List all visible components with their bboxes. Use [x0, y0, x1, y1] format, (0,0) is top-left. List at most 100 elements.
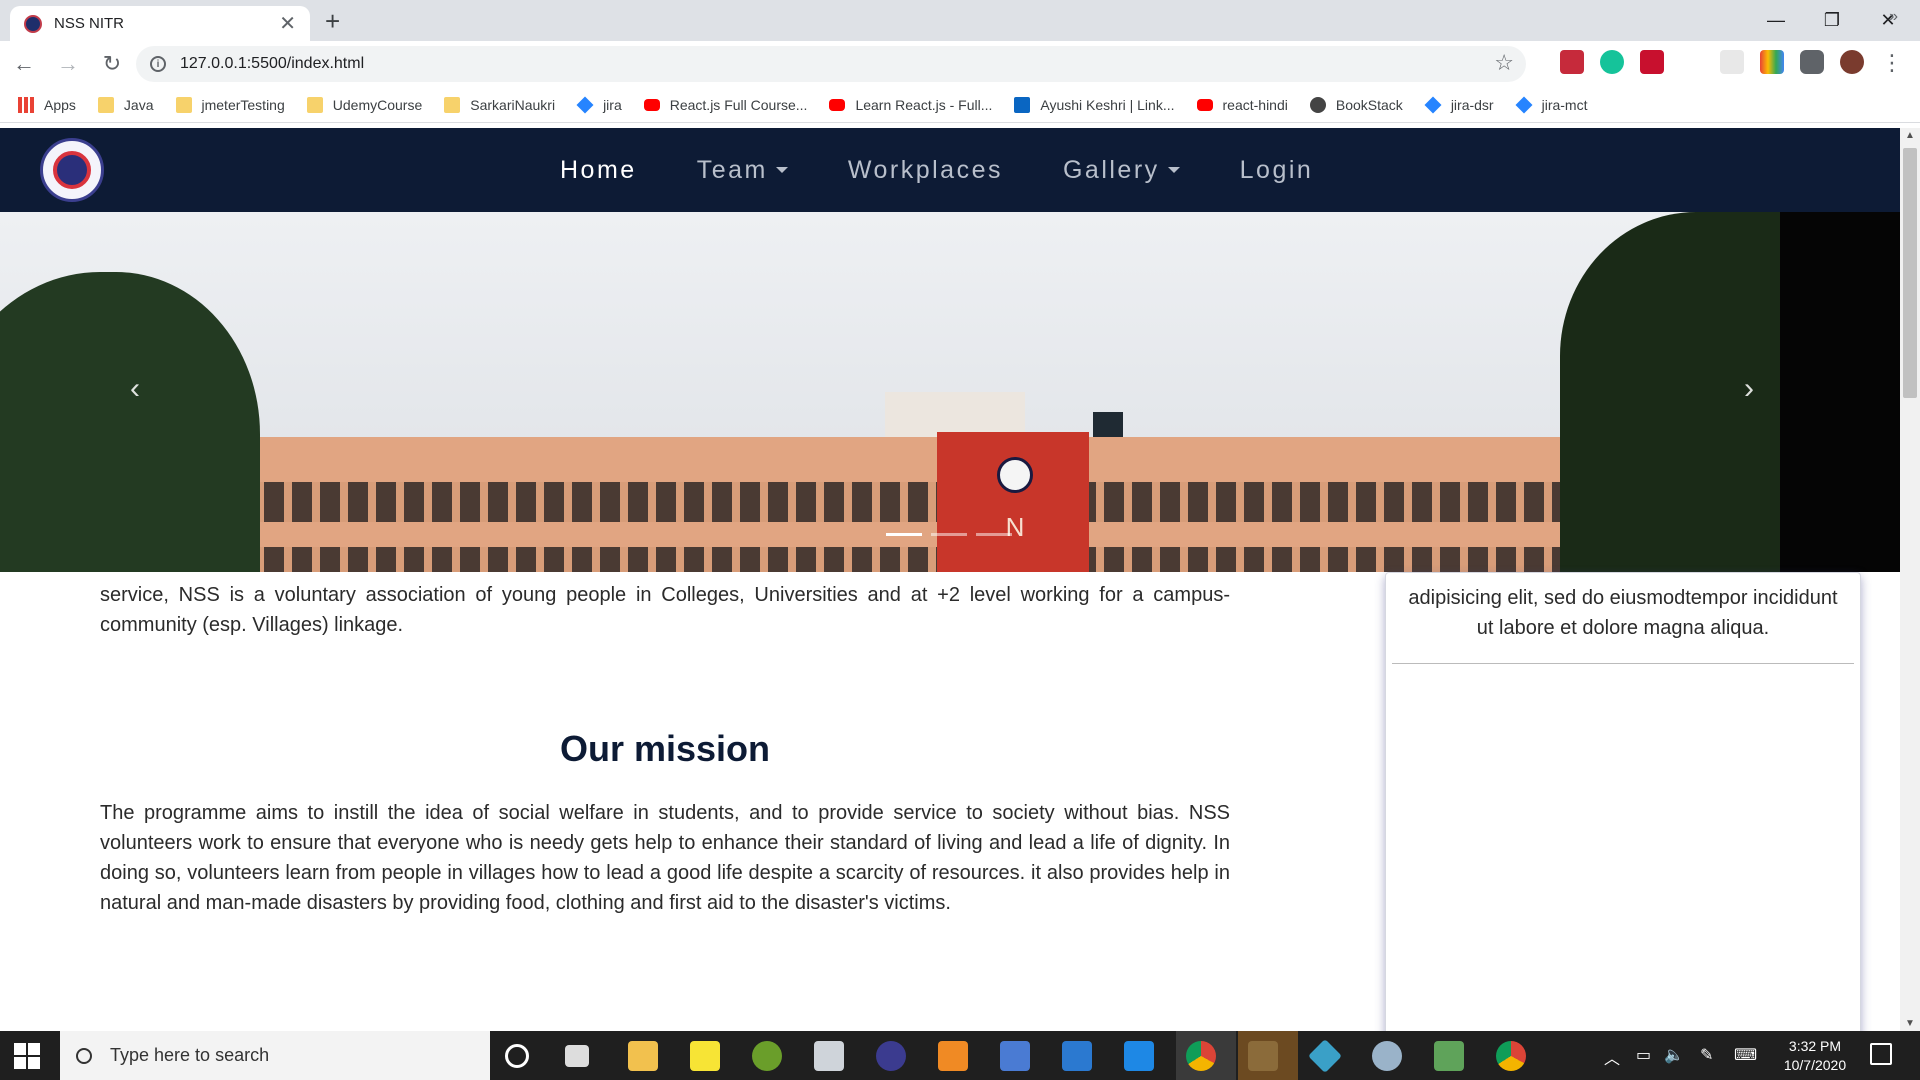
- minimize-icon[interactable]: —: [1748, 0, 1804, 41]
- battery-icon[interactable]: ▭: [1636, 1045, 1651, 1065]
- bookmark-item[interactable]: SarkariNaukri: [444, 96, 556, 113]
- bookmark-label: jira-mct: [1541, 96, 1588, 113]
- bookmark-label: jmeterTesting: [201, 96, 285, 113]
- bookmark-label: Ayushi Keshri | Link...: [1040, 96, 1175, 113]
- bookmark-item[interactable]: jmeterTesting: [175, 96, 285, 113]
- bookmark-item[interactable]: UdemyCourse: [306, 96, 422, 113]
- pocket-extension-icon[interactable]: [1560, 50, 1584, 74]
- folder-icon: [175, 96, 192, 113]
- scroll-down-icon[interactable]: ▼: [1900, 1018, 1920, 1029]
- colorful-extension-icon[interactable]: [1760, 50, 1784, 74]
- file-explorer-icon[interactable]: [628, 1041, 658, 1071]
- paint-icon[interactable]: [1372, 1041, 1402, 1071]
- jira-icon: [1424, 96, 1442, 113]
- nav-item-label: Home: [560, 155, 637, 184]
- tab-title: NSS NITR: [54, 15, 125, 32]
- grammarly-extension-icon[interactable]: [1600, 50, 1624, 74]
- nav-item-workplaces[interactable]: Workplaces: [848, 156, 1003, 185]
- extensions-puzzle-icon[interactable]: [1800, 50, 1824, 74]
- taskbar-clock[interactable]: 3:32 PM 10/7/2020: [1770, 1037, 1860, 1075]
- nav-item-label: Team: [696, 155, 768, 184]
- folder-icon: [444, 96, 461, 113]
- bookmark-item[interactable]: Ayushi Keshri | Link...: [1014, 96, 1175, 113]
- xampp-icon[interactable]: [938, 1041, 968, 1071]
- bookmark-item[interactable]: jira-dsr: [1424, 96, 1494, 113]
- vscode-icon[interactable]: [1124, 1041, 1154, 1071]
- scroll-thumb[interactable]: [1903, 148, 1917, 398]
- remote-desktop-icon[interactable]: [1434, 1041, 1464, 1071]
- bookmark-star-icon[interactable]: ☆: [1494, 50, 1514, 76]
- keyboard-icon[interactable]: ⌨: [1734, 1045, 1757, 1065]
- nav-item-team[interactable]: Team: [697, 156, 788, 185]
- reload-icon[interactable]: ↻: [92, 44, 132, 84]
- taskbar-search-placeholder: Type here to search: [110, 1045, 270, 1065]
- nss-logo[interactable]: [40, 138, 104, 202]
- browser-tab[interactable]: NSS NITR ✕: [10, 6, 310, 41]
- sticky-notes-icon[interactable]: [690, 1041, 720, 1071]
- bookmark-item[interactable]: React.js Full Course...: [643, 97, 807, 113]
- task-view-icon[interactable]: [565, 1045, 589, 1067]
- caret-down-icon: [775, 167, 788, 173]
- back-icon[interactable]: ←: [4, 44, 44, 84]
- carousel-prev-icon[interactable]: ‹: [130, 372, 140, 406]
- tray-chevron-icon[interactable]: ︿: [1604, 1045, 1620, 1069]
- taskbar-search-box[interactable]: Type here to search: [60, 1031, 490, 1080]
- eclipse-icon[interactable]: [876, 1041, 906, 1071]
- address-bar[interactable]: i 127.0.0.1:5500/index.html ☆: [136, 46, 1526, 82]
- blank-extension-icon[interactable]: [1720, 50, 1744, 74]
- network-icon[interactable]: [1000, 1041, 1030, 1071]
- bookmark-item[interactable]: jira: [576, 96, 622, 113]
- nav-item-label: Login: [1239, 155, 1314, 184]
- forward-icon[interactable]: →: [48, 44, 88, 84]
- restore-icon[interactable]: ❐: [1804, 0, 1860, 41]
- url-text[interactable]: 127.0.0.1:5500/index.html: [180, 55, 364, 73]
- hs-app-icon[interactable]: [752, 1041, 782, 1071]
- acrobat-extension-icon[interactable]: [1640, 50, 1664, 74]
- building-windows: [180, 482, 1560, 522]
- close-tab-icon[interactable]: ✕: [279, 11, 296, 36]
- carousel-indicator-1[interactable]: [886, 533, 922, 536]
- profile-avatar[interactable]: [1840, 50, 1864, 74]
- pen-icon[interactable]: ✎: [1700, 1045, 1713, 1065]
- bookmark-item[interactable]: react-hindi: [1196, 97, 1288, 113]
- site-navbar: Home Team Workplaces Gallery Login: [0, 128, 1900, 212]
- nav-item-login[interactable]: Login: [1240, 156, 1314, 185]
- windows-start-icon[interactable]: [14, 1043, 40, 1069]
- carousel-indicator-3[interactable]: [976, 533, 1012, 536]
- site-info-icon[interactable]: i: [150, 56, 166, 72]
- notifications-icon[interactable]: [1870, 1043, 1892, 1065]
- carousel-next-icon[interactable]: ›: [1744, 372, 1754, 406]
- chrome-second-icon[interactable]: [1496, 1041, 1526, 1071]
- bookmark-label: BookStack: [1335, 96, 1403, 113]
- institute-emblem-icon: [997, 457, 1033, 493]
- bookmark-item[interactable]: Apps: [18, 96, 76, 113]
- bookmark-item[interactable]: jira-mct: [1515, 96, 1588, 113]
- close-window-icon[interactable]: ✕: [1860, 0, 1916, 41]
- intro-paragraph: service, NSS is a voluntary association …: [100, 584, 1230, 636]
- bookstack-icon: [1309, 96, 1326, 113]
- cortana-icon[interactable]: [505, 1044, 529, 1068]
- chrome-icon[interactable]: [1186, 1041, 1216, 1071]
- carousel-indicator-2[interactable]: [931, 533, 967, 536]
- side-card-divider: [1392, 663, 1854, 664]
- volume-icon[interactable]: 🔈: [1664, 1045, 1684, 1065]
- nav-item-home[interactable]: Home: [560, 156, 637, 185]
- mail-icon[interactable]: [1062, 1041, 1092, 1071]
- scroll-up-icon[interactable]: ▲: [1900, 130, 1920, 141]
- nav-item-gallery[interactable]: Gallery: [1063, 156, 1180, 185]
- browser-menu-icon[interactable]: ⋮: [1880, 50, 1904, 75]
- git-icon[interactable]: [1308, 1039, 1342, 1073]
- page-scrollbar[interactable]: ▲ ▼: [1900, 128, 1920, 1031]
- more-bookmarks-icon[interactable]: »: [1889, 8, 1898, 26]
- new-tab-button[interactable]: +: [325, 6, 340, 36]
- bookmark-item[interactable]: Learn React.js - Full...: [829, 97, 992, 113]
- bookmark-label: SarkariNaukri: [470, 96, 556, 113]
- building-letter: N: [1005, 512, 1025, 542]
- clock-time: 3:32 PM: [1788, 1038, 1842, 1054]
- archive-app-icon[interactable]: [1248, 1041, 1278, 1071]
- bookmark-item[interactable]: Java: [97, 96, 154, 113]
- bookmark-item[interactable]: BookStack: [1309, 96, 1403, 113]
- site-favicon-icon: [24, 14, 42, 33]
- database-icon[interactable]: [814, 1041, 844, 1071]
- water-tank: [1093, 412, 1123, 437]
